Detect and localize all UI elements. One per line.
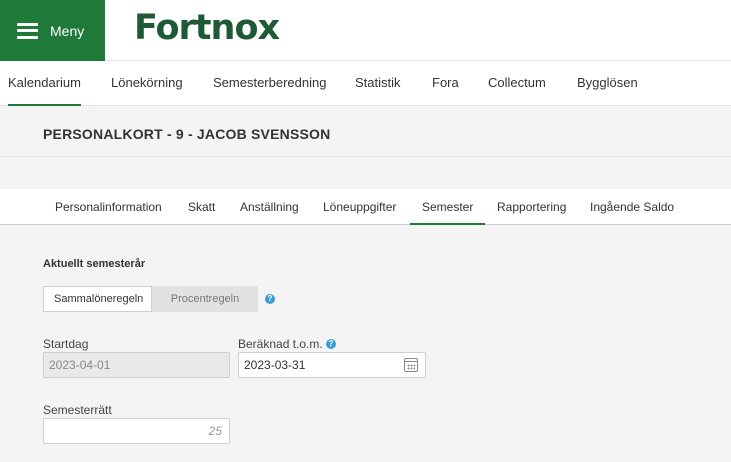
tab-anstallning[interactable]: Anställning xyxy=(240,189,299,225)
nav-item-collectum[interactable]: Collectum xyxy=(488,61,546,106)
top-bar: Meny Fortnox xyxy=(0,0,731,61)
calendar-icon[interactable] xyxy=(404,358,418,372)
nav-item-statistik[interactable]: Statistik xyxy=(355,61,401,106)
sammaloneregeln-option[interactable]: Sammalöneregeln xyxy=(43,286,152,312)
fortnox-logo[interactable]: Fortnox xyxy=(134,8,280,48)
tab-rapportering[interactable]: Rapportering xyxy=(497,189,566,225)
nav-item-fora[interactable]: Fora xyxy=(432,61,459,106)
main-nav: Kalendarium Lönekörning Semesterberednin… xyxy=(0,61,731,106)
beraknad-tom-field[interactable]: 2023-03-31 xyxy=(238,352,426,378)
semesterratt-label: Semesterrätt xyxy=(43,403,112,417)
nav-item-bygglosen[interactable]: Bygglösen xyxy=(577,61,638,106)
help-icon[interactable]: ? xyxy=(265,294,275,304)
rule-toggle: Sammalöneregeln Procentregeln xyxy=(43,286,258,312)
beraknad-tom-value: 2023-03-31 xyxy=(244,358,306,372)
nav-item-kalendarium[interactable]: Kalendarium xyxy=(8,61,81,106)
divider xyxy=(0,156,731,157)
tab-personalinformation[interactable]: Personalinformation xyxy=(55,189,162,225)
page-title: PERSONALKORT - 9 - JACOB SVENSSON xyxy=(43,126,331,142)
menu-label: Meny xyxy=(50,22,85,39)
tab-semester[interactable]: Semester xyxy=(410,189,486,225)
beraknad-tom-label: Beräknad t.o.m. xyxy=(238,337,323,351)
hamburger-icon xyxy=(17,22,38,39)
section-heading: Aktuellt semesterår xyxy=(43,258,146,270)
tab-loneuppgifter[interactable]: Löneuppgifter xyxy=(323,189,396,225)
startdag-field: 2023-04-01 xyxy=(43,352,230,378)
menu-button[interactable]: Meny xyxy=(0,0,105,61)
semesterratt-field[interactable]: 25 xyxy=(43,418,230,444)
nav-item-lonekorning[interactable]: Lönekörning xyxy=(111,61,183,106)
tab-ingaende-saldo[interactable]: Ingående Saldo xyxy=(590,189,674,225)
tab-skatt[interactable]: Skatt xyxy=(188,189,215,225)
procentregeln-option[interactable]: Procentregeln xyxy=(152,286,258,312)
nav-item-semesterberedning[interactable]: Semesterberedning xyxy=(213,61,326,106)
help-icon[interactable]: ? xyxy=(326,339,336,349)
startdag-label: Startdag xyxy=(43,337,89,351)
sub-tabs: Personalinformation Skatt Anställning Lö… xyxy=(0,189,731,225)
